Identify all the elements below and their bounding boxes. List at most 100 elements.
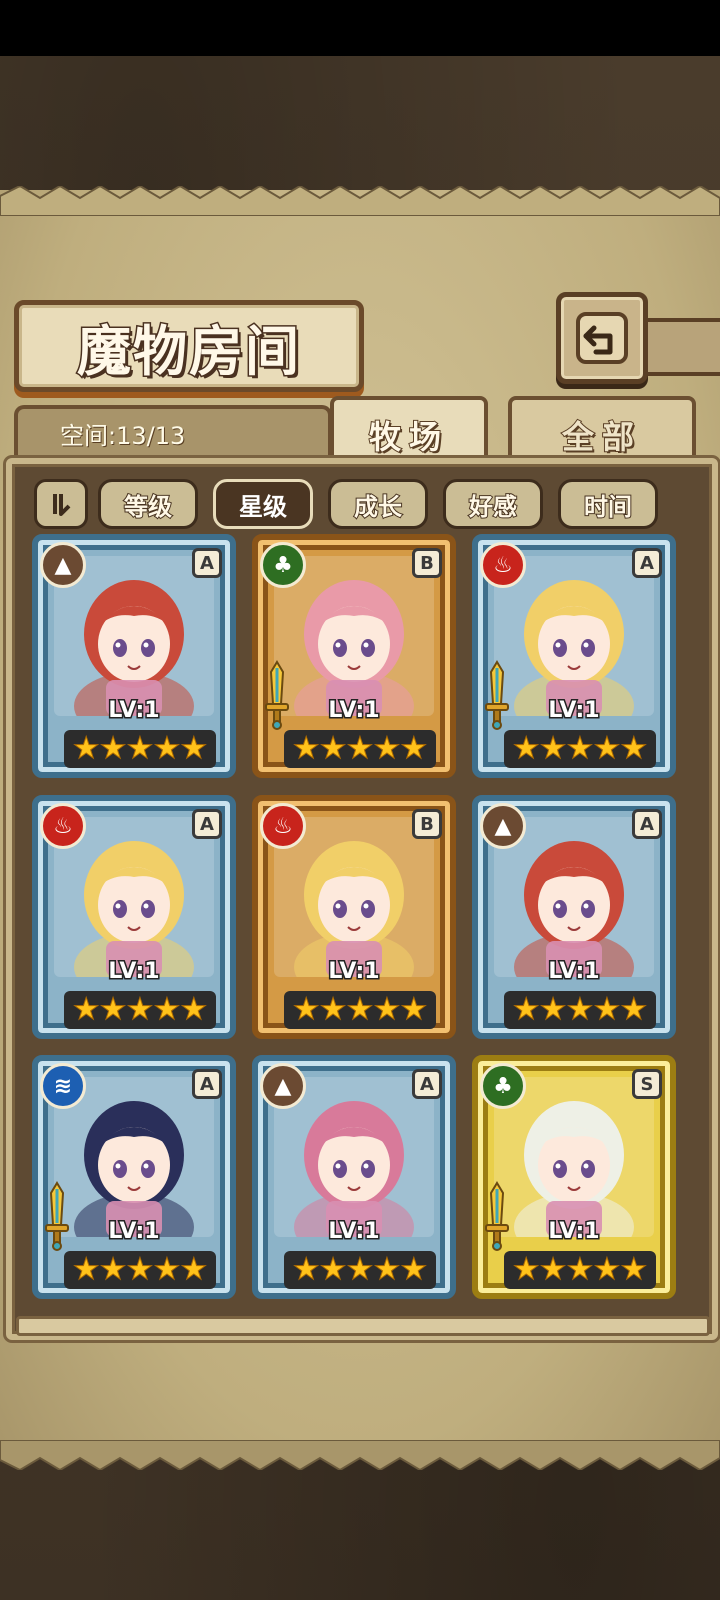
star-icon: ★ — [373, 731, 401, 766]
monster-card[interactable]: ♨ A LV:1 ★ ★ ★ ★ ★ — [472, 534, 676, 778]
star-icon: ★ — [292, 992, 320, 1027]
star-icon: ★ — [400, 731, 428, 766]
sort-button-time-label: 时间 — [583, 492, 633, 522]
panel-bottom-rail — [16, 1316, 710, 1336]
back-arrow-icon — [576, 312, 628, 364]
star-rating: ★ ★ ★ ★ ★ — [284, 730, 436, 768]
star-icon: ★ — [319, 731, 347, 766]
sort-order-toggle[interactable] — [34, 479, 88, 529]
status-bar — [0, 0, 720, 56]
monster-card[interactable]: ♨ B LV:1 ★ ★ ★ ★ ★ — [252, 795, 456, 1039]
star-icon: ★ — [373, 992, 401, 1027]
monster-level: LV:1 — [107, 697, 161, 725]
sort-button-affection[interactable]: 好感 — [443, 479, 543, 529]
star-icon: ★ — [539, 1252, 567, 1287]
star-icon: ★ — [400, 992, 428, 1027]
rank-badge: A — [632, 809, 662, 839]
sort-button-stars[interactable]: 星级 — [213, 479, 313, 529]
earth-icon: ▲ — [40, 542, 86, 588]
star-rating: ★ ★ ★ ★ ★ — [504, 991, 656, 1029]
fire-icon: ♨ — [40, 803, 86, 849]
rank-badge: A — [192, 809, 222, 839]
star-icon: ★ — [126, 1252, 154, 1287]
sort-button-growth[interactable]: 成长 — [328, 479, 428, 529]
leaf-icon: ♣ — [480, 1063, 526, 1109]
title-banner: 魔物房间 — [14, 300, 364, 392]
earth-icon: ▲ — [260, 1063, 306, 1109]
monster-card[interactable]: ▲ A LV:1 ★ ★ ★ ★ ★ — [472, 795, 676, 1039]
star-icon: ★ — [319, 992, 347, 1027]
star-icon: ★ — [292, 731, 320, 766]
monster-level: LV:1 — [327, 958, 381, 986]
star-rating: ★ ★ ★ ★ ★ — [504, 1251, 656, 1289]
star-icon: ★ — [373, 1252, 401, 1287]
star-icon: ★ — [566, 731, 594, 766]
tab-ranch-label: 牧场 — [368, 417, 449, 457]
zigzag-border-bottom — [0, 1440, 720, 1470]
star-icon: ★ — [512, 992, 540, 1027]
rank-badge: B — [412, 809, 442, 839]
back-button[interactable] — [556, 292, 648, 384]
star-rating: ★ ★ ★ ★ ★ — [64, 991, 216, 1029]
sword-icon — [45, 1181, 69, 1251]
star-icon: ★ — [99, 992, 127, 1027]
star-icon: ★ — [126, 731, 154, 766]
fire-icon: ♨ — [480, 542, 526, 588]
star-icon: ★ — [180, 992, 208, 1027]
star-icon: ★ — [153, 731, 181, 766]
sort-button-level-label: 等级 — [123, 492, 173, 522]
leaf-icon: ♣ — [260, 542, 306, 588]
monster-card[interactable]: ♨ A LV:1 ★ ★ ★ ★ ★ — [32, 795, 236, 1039]
star-icon: ★ — [346, 1252, 374, 1287]
monster-card[interactable]: ≋ A LV:1 ★ ★ ★ ★ ★ — [32, 1055, 236, 1299]
star-icon: ★ — [620, 992, 648, 1027]
star-icon: ★ — [566, 992, 594, 1027]
monster-card[interactable]: ♣ B LV:1 ★ ★ ★ ★ ★ — [252, 534, 456, 778]
sort-button-affection-label: 好感 — [468, 492, 518, 522]
monster-card[interactable]: ♣ S LV:1 ★ ★ ★ ★ ★ — [472, 1055, 676, 1299]
star-icon: ★ — [593, 992, 621, 1027]
star-rating: ★ ★ ★ ★ ★ — [64, 1251, 216, 1289]
star-icon: ★ — [153, 1252, 181, 1287]
star-icon: ★ — [126, 992, 154, 1027]
star-icon: ★ — [180, 1252, 208, 1287]
sort-button-stars-label: 星级 — [239, 492, 287, 521]
star-icon: ★ — [72, 1252, 100, 1287]
star-icon: ★ — [346, 731, 374, 766]
sword-icon — [265, 660, 289, 730]
star-icon: ★ — [620, 1252, 648, 1287]
sort-button-level[interactable]: 等级 — [98, 479, 198, 529]
star-icon: ★ — [153, 992, 181, 1027]
star-icon: ★ — [593, 731, 621, 766]
fire-icon: ♨ — [260, 803, 306, 849]
star-icon: ★ — [512, 1252, 540, 1287]
star-icon: ★ — [539, 731, 567, 766]
star-rating: ★ ★ ★ ★ ★ — [64, 730, 216, 768]
zigzag-border-top — [0, 186, 720, 216]
rank-badge: A — [192, 1069, 222, 1099]
page-title: 魔物房间 — [76, 317, 301, 384]
sword-icon — [485, 1181, 509, 1251]
star-icon: ★ — [512, 731, 540, 766]
rank-badge: S — [632, 1069, 662, 1099]
monster-level: LV:1 — [547, 958, 601, 986]
monster-card[interactable]: ▲ A LV:1 ★ ★ ★ ★ ★ — [32, 534, 236, 778]
sword-icon — [485, 660, 509, 730]
star-rating: ★ ★ ★ ★ ★ — [284, 991, 436, 1029]
rank-badge: A — [192, 548, 222, 578]
star-icon: ★ — [292, 1252, 320, 1287]
sort-order-icon — [53, 494, 71, 516]
monster-level: LV:1 — [107, 958, 161, 986]
earth-icon: ▲ — [480, 803, 526, 849]
sort-button-growth-label: 成长 — [353, 492, 403, 522]
sort-button-time[interactable]: 时间 — [558, 479, 658, 529]
star-icon: ★ — [72, 992, 100, 1027]
star-icon: ★ — [319, 1252, 347, 1287]
star-icon: ★ — [400, 1252, 428, 1287]
star-icon: ★ — [593, 1252, 621, 1287]
tab-all-label: 全部 — [561, 417, 642, 457]
star-icon: ★ — [566, 1252, 594, 1287]
monster-card[interactable]: ▲ A LV:1 ★ ★ ★ ★ ★ — [252, 1055, 456, 1299]
star-icon: ★ — [620, 731, 648, 766]
space-counter: 空间:13/13 — [60, 422, 186, 450]
